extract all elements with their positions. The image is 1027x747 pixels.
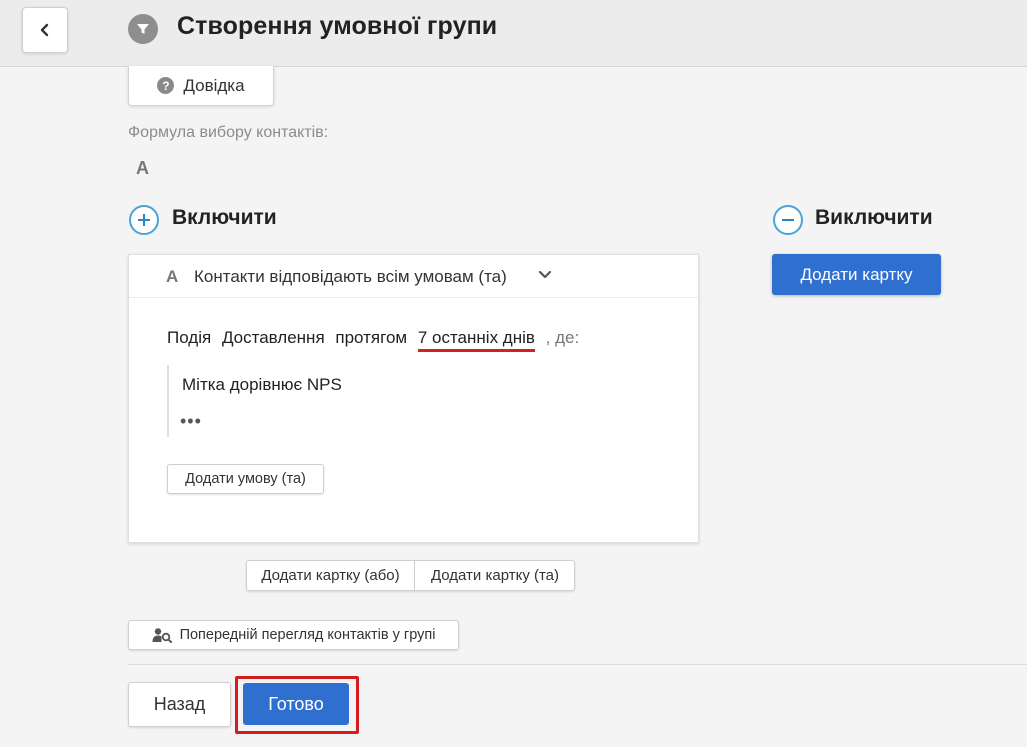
done-button[interactable]: Готово xyxy=(243,683,349,725)
condition-item[interactable]: Мітка дорівнює NPS xyxy=(182,375,342,395)
preview-contacts-button[interactable]: Попередній перегляд контактів у групі xyxy=(128,620,459,650)
card-letter: A xyxy=(166,267,179,286)
include-plus-icon[interactable] xyxy=(129,205,159,235)
back-step-button[interactable]: Назад xyxy=(128,682,231,727)
add-card-or-button[interactable]: Додати картку (або) xyxy=(247,561,415,590)
back-button[interactable] xyxy=(22,7,68,53)
add-card-button-group: Додати картку (або) Додати картку (та) xyxy=(246,560,575,591)
formula-value: A xyxy=(136,158,149,178)
top-bar: Створення умовної групи xyxy=(0,0,1027,67)
help-label: Довідка xyxy=(183,75,245,95)
footer-divider xyxy=(128,664,1027,665)
chevron-down-icon[interactable] xyxy=(538,269,552,281)
user-search-icon xyxy=(152,628,172,643)
event-line: Подія Доставлення протягом 7 останніх дн… xyxy=(167,328,585,352)
filter-icon xyxy=(128,14,158,44)
period-selector[interactable]: 7 останніх днів xyxy=(417,328,535,352)
chevron-left-icon xyxy=(40,23,49,37)
include-title: Включити xyxy=(172,206,277,229)
exclude-minus-icon[interactable] xyxy=(773,205,803,235)
help-button[interactable]: ? Довідка xyxy=(128,66,274,106)
condition-block: Мітка дорівнює NPS ••• xyxy=(167,365,409,437)
add-condition-button[interactable]: Додати умову (та) xyxy=(167,464,324,494)
event-word: Подія xyxy=(167,328,212,347)
page-title: Створення умовної групи xyxy=(177,12,498,40)
more-options-icon[interactable]: ••• xyxy=(180,411,202,432)
exclude-add-card-button[interactable]: Додати картку xyxy=(772,254,941,295)
event-suffix: , де: xyxy=(545,328,580,347)
formula-label: Формула вибору контактів: xyxy=(128,124,329,141)
exclude-title: Виключити xyxy=(815,206,933,229)
add-card-and-button[interactable]: Додати картку (та) xyxy=(415,561,575,590)
period-word: протягом xyxy=(335,328,408,347)
include-card: A Контакти відповідають всім умовам (та)… xyxy=(128,254,699,543)
preview-label: Попередній перегляд контактів у групі xyxy=(179,627,436,643)
card-mode-dropdown[interactable]: Контакти відповідають всім умовам (та) xyxy=(194,267,507,287)
event-name[interactable]: Доставлення xyxy=(222,328,325,347)
card-header: A Контакти відповідають всім умовам (та) xyxy=(129,255,698,298)
question-icon: ? xyxy=(157,77,175,94)
